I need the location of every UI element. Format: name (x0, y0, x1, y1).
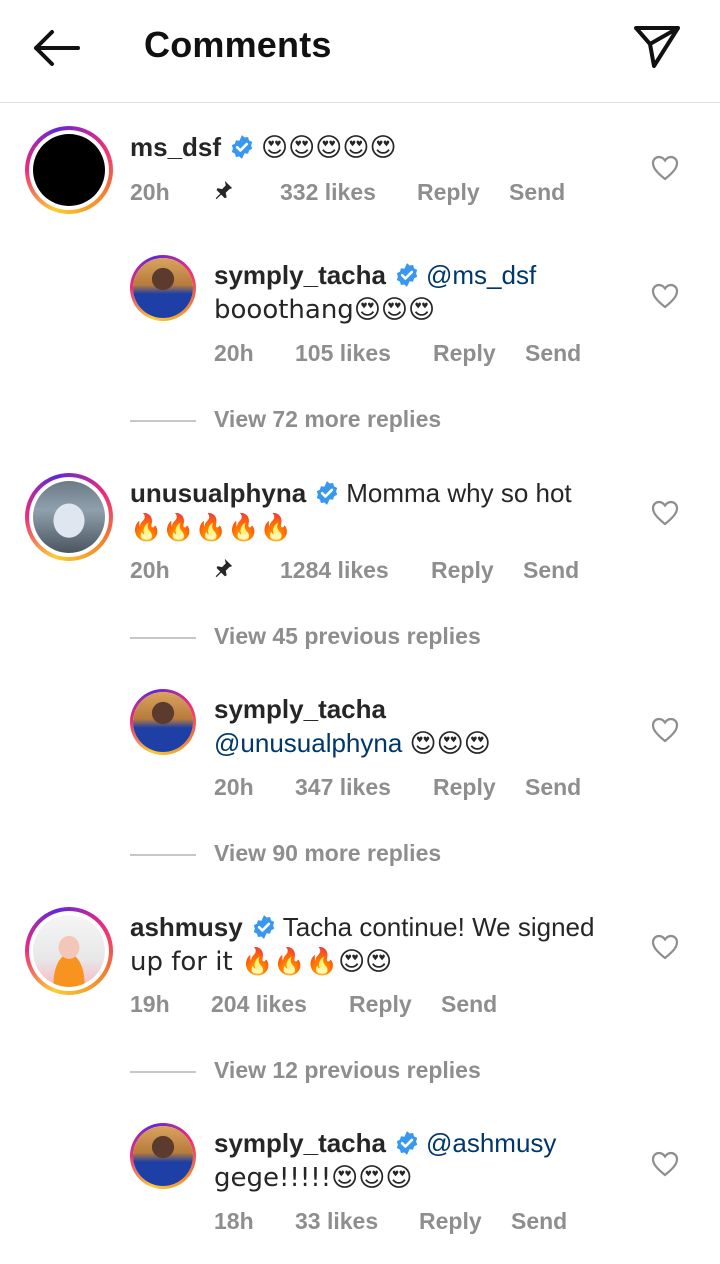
comment-body: gege!!!!!😍😍😍 (214, 1163, 413, 1193)
avatar[interactable] (25, 126, 113, 214)
send-button[interactable]: Send (525, 340, 581, 367)
pin-icon (215, 180, 233, 200)
comment-body-line2: 🔥🔥🔥🔥🔥 (130, 513, 292, 543)
verified-badge-icon (253, 915, 274, 939)
timestamp: 20h (130, 179, 170, 205)
timestamp: 20h (214, 774, 254, 800)
comment-body: Tacha continue! We signed (282, 912, 595, 942)
view-previous-label[interactable]: View 12 previous replies (214, 1057, 481, 1084)
heart-icon[interactable] (651, 717, 679, 743)
reply-button[interactable]: Reply (417, 179, 480, 206)
comment-text: unusualphyna Momma why so hot 🔥🔥🔥🔥🔥 (130, 476, 630, 545)
comment-meta: 18h 33 likes Reply Send (214, 1208, 634, 1238)
top-bar: Comments (0, 0, 720, 103)
heart-icon[interactable] (651, 283, 679, 309)
comment-meta: 20h 332 likes Reply Send (130, 179, 590, 209)
username[interactable]: symply_tacha (214, 694, 386, 724)
avatar[interactable] (130, 255, 196, 321)
comment-body: 😍😍😍 (409, 729, 491, 759)
username[interactable]: unusualphyna (130, 478, 306, 508)
timestamp: 19h (130, 991, 170, 1017)
heart-icon[interactable] (651, 155, 679, 181)
avatar[interactable] (130, 689, 196, 755)
comment-meta: 20h 347 likes Reply Send (214, 774, 634, 804)
view-previous-replies[interactable]: View 12 previous replies (130, 1057, 650, 1087)
likes-count[interactable]: 332 likes (280, 179, 376, 206)
mention-link[interactable]: @unusualphyna (214, 728, 402, 758)
mention-link[interactable]: @ashmusy (426, 1128, 556, 1158)
verified-badge-icon (231, 135, 253, 159)
heart-icon[interactable] (651, 934, 679, 960)
view-previous-replies[interactable]: View 45 previous replies (130, 623, 650, 653)
likes-count[interactable]: 1284 likes (280, 557, 389, 584)
username[interactable]: ashmusy (130, 912, 243, 942)
comment-text: ashmusy Tacha continue! We signed up for … (130, 910, 640, 979)
paper-plane-icon[interactable] (632, 22, 682, 70)
verified-badge-icon (396, 263, 418, 287)
comment-meta: 20h 1284 likes Reply Send (130, 557, 610, 587)
timestamp: 20h (214, 340, 254, 366)
reply-button[interactable]: Reply (419, 1208, 482, 1235)
comment-text: symply_tacha @unusualphyna 😍😍😍 (214, 692, 634, 761)
send-button[interactable]: Send (525, 774, 581, 801)
divider-line (130, 1071, 196, 1073)
likes-count[interactable]: 105 likes (295, 340, 391, 367)
avatar[interactable] (130, 1123, 196, 1189)
comment-body-line2: up for it 🔥🔥🔥😍😍 (130, 947, 393, 977)
view-more-label[interactable]: View 72 more replies (214, 406, 441, 433)
username[interactable]: symply_tacha (214, 260, 386, 290)
comment-text: ms_dsf 😍😍😍😍😍 (130, 130, 630, 165)
divider-line (130, 854, 196, 856)
likes-count[interactable]: 204 likes (211, 991, 307, 1018)
comment-body: 😍😍😍😍😍 (261, 133, 397, 163)
heart-icon[interactable] (651, 500, 679, 526)
avatar[interactable] (25, 473, 113, 561)
send-button[interactable]: Send (523, 557, 579, 584)
divider-line (130, 637, 196, 639)
reply-button[interactable]: Reply (433, 340, 496, 367)
reply-button[interactable]: Reply (433, 774, 496, 801)
reply-button[interactable]: Reply (431, 557, 494, 584)
timestamp: 20h (130, 557, 170, 583)
comment-meta: 20h 105 likes Reply Send (214, 340, 634, 370)
comment-text: symply_tacha @ashmusy gege!!!!!😍😍😍 (214, 1126, 634, 1195)
send-button[interactable]: Send (511, 1208, 567, 1235)
view-previous-label[interactable]: View 45 previous replies (214, 623, 481, 650)
comment-body: Momma why so hot (346, 478, 572, 508)
send-button[interactable]: Send (509, 179, 565, 206)
username[interactable]: ms_dsf (130, 132, 221, 162)
send-button[interactable]: Send (441, 991, 497, 1018)
mention-link[interactable]: @ms_dsf (426, 260, 536, 290)
pin-icon (215, 558, 233, 578)
verified-badge-icon (317, 481, 338, 505)
back-arrow-icon[interactable] (30, 26, 82, 70)
avatar[interactable] (25, 907, 113, 995)
comment-text: symply_tacha @ms_dsf booothang😍😍😍 (214, 258, 634, 327)
view-more-label[interactable]: View 90 more replies (214, 840, 441, 867)
timestamp: 18h (214, 1208, 254, 1234)
likes-count[interactable]: 33 likes (295, 1208, 378, 1235)
verified-badge-icon (396, 1131, 418, 1155)
heart-icon[interactable] (651, 1151, 679, 1177)
likes-count[interactable]: 347 likes (295, 774, 391, 801)
reply-button[interactable]: Reply (349, 991, 412, 1018)
divider-line (130, 420, 196, 422)
view-more-replies[interactable]: View 72 more replies (130, 406, 650, 436)
comment-body: booothang😍😍😍 (214, 295, 436, 325)
page-title: Comments (144, 24, 332, 65)
view-more-replies[interactable]: View 90 more replies (130, 840, 650, 870)
username[interactable]: symply_tacha (214, 1128, 386, 1158)
comment-meta: 19h 204 likes Reply Send (130, 991, 550, 1021)
